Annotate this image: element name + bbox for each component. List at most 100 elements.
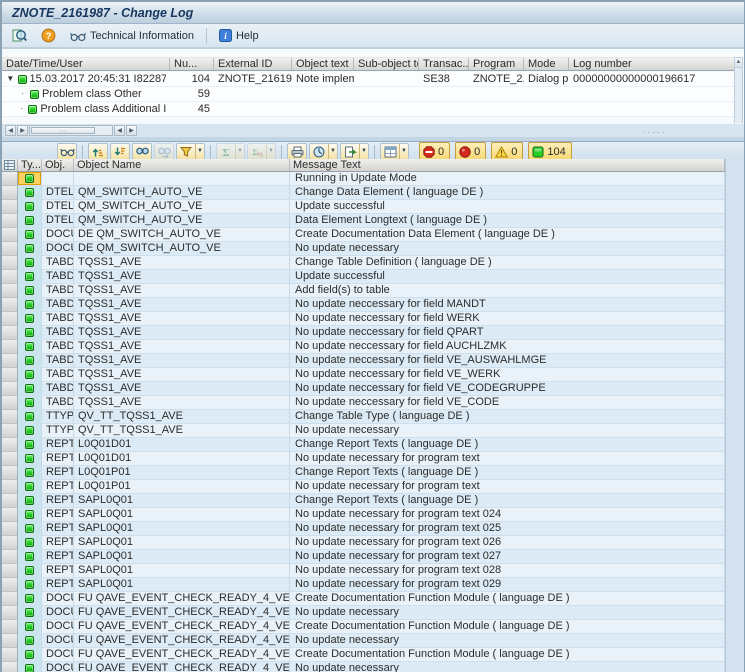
grid-row[interactable]: TABDTQSS1_AVEUpdate successful bbox=[2, 270, 725, 284]
type-cell[interactable] bbox=[18, 620, 42, 634]
grid-row[interactable]: REPTSAPL0Q01No update necessary for prog… bbox=[2, 550, 725, 564]
row-selector[interactable] bbox=[2, 326, 18, 340]
grid-row[interactable]: DOCUFU QAVE_EVENT_CHECK_READY_4_VEEVENTC… bbox=[2, 620, 725, 634]
grid-row[interactable]: TTYPQV_TT_TQSS1_AVENo update necessary bbox=[2, 424, 725, 438]
export-button[interactable]: ▼ bbox=[340, 143, 369, 160]
grid-row[interactable]: TABDTQSS1_AVENo update neccessary for fi… bbox=[2, 396, 725, 410]
grid-row[interactable]: TABDTQSS1_AVENo update neccessary for fi… bbox=[2, 312, 725, 326]
sort-ascending-button[interactable] bbox=[88, 143, 108, 160]
sort-descending-button[interactable] bbox=[110, 143, 130, 160]
grid-row[interactable]: DTELQM_SWITCH_AUTO_VEUpdate successful bbox=[2, 200, 725, 214]
type-cell[interactable] bbox=[18, 536, 42, 550]
technical-information-button[interactable]: Technical Information bbox=[66, 25, 198, 46]
type-cell[interactable] bbox=[18, 354, 42, 368]
type-cell-selected[interactable] bbox=[18, 172, 42, 186]
type-cell[interactable] bbox=[18, 648, 42, 662]
grid-row[interactable]: DOCUFU QAVE_EVENT_CHECK_READY_4_VECreate… bbox=[2, 592, 725, 606]
grid-row[interactable]: TABDTQSS1_AVENo update neccessary for fi… bbox=[2, 326, 725, 340]
row-selector[interactable] bbox=[2, 410, 18, 424]
scroll-left-icon[interactable]: ◀ bbox=[114, 125, 125, 136]
row-selector[interactable] bbox=[2, 606, 18, 620]
log-horizontal-scrollbar[interactable]: ◀ ▶ ⋯ ◀ ▶ bbox=[5, 125, 138, 136]
type-cell[interactable] bbox=[18, 494, 42, 508]
message-text-column-header[interactable]: Message Text bbox=[290, 159, 725, 171]
grid-row[interactable]: TABDTQSS1_AVENo update neccessary for fi… bbox=[2, 298, 725, 312]
row-selector[interactable] bbox=[2, 354, 18, 368]
row-selector[interactable] bbox=[2, 284, 18, 298]
grid-row[interactable]: REPTSAPL0Q01No update necessary for prog… bbox=[2, 522, 725, 536]
grid-row[interactable]: DTELQM_SWITCH_AUTO_VEData Element Longte… bbox=[2, 214, 725, 228]
choose-detail-button[interactable] bbox=[8, 25, 31, 46]
filter-button[interactable]: ▼ bbox=[176, 143, 205, 160]
row-selector[interactable] bbox=[2, 508, 18, 522]
type-cell[interactable] bbox=[18, 200, 42, 214]
grid-row[interactable]: DOCUFU QAVE_EVENT_CHECK_READY_4_VEEVENT_… bbox=[2, 662, 725, 672]
obj-column-header[interactable]: Obj. bbox=[42, 159, 74, 171]
details-glasses-button[interactable] bbox=[57, 143, 77, 160]
row-selector[interactable] bbox=[2, 438, 18, 452]
type-cell[interactable] bbox=[18, 606, 42, 620]
type-cell[interactable] bbox=[18, 284, 42, 298]
row-selector[interactable] bbox=[2, 396, 18, 410]
grid-row[interactable]: TABDTQSS1_AVEAdd field(s) to table bbox=[2, 284, 725, 298]
row-selector[interactable] bbox=[2, 200, 18, 214]
views-button[interactable]: ▼ bbox=[309, 143, 338, 160]
row-selector[interactable] bbox=[2, 480, 18, 494]
grid-row[interactable]: TABDTQSS1_AVENo update neccessary for fi… bbox=[2, 354, 725, 368]
row-selector[interactable] bbox=[2, 368, 18, 382]
type-cell[interactable] bbox=[18, 550, 42, 564]
find-button[interactable] bbox=[132, 143, 152, 160]
row-selector[interactable] bbox=[2, 466, 18, 480]
row-selector[interactable] bbox=[2, 298, 18, 312]
scrollbar-track[interactable]: ⋯ bbox=[29, 125, 113, 136]
grid-row[interactable]: REPTSAPL0Q01Change Report Texts ( langua… bbox=[2, 494, 725, 508]
type-cell[interactable] bbox=[18, 424, 42, 438]
type-cell[interactable] bbox=[18, 326, 42, 340]
type-cell[interactable] bbox=[18, 368, 42, 382]
type-cell[interactable] bbox=[18, 452, 42, 466]
type-cell[interactable] bbox=[18, 256, 42, 270]
grid-row[interactable]: DOCUFU QAVE_EVENT_CHECK_READY_4_VEEVENT_… bbox=[2, 648, 725, 662]
pane-splitter-handle[interactable]: ····· bbox=[642, 128, 667, 137]
log-column-header[interactable]: Transac... bbox=[419, 58, 469, 70]
log-column-header[interactable]: External ID bbox=[214, 58, 292, 70]
row-selector[interactable] bbox=[2, 270, 18, 284]
grid-row[interactable]: REPTSAPL0Q01No update necessary for prog… bbox=[2, 536, 725, 550]
grid-row[interactable]: REPTL0Q01D01Change Report Texts ( langua… bbox=[2, 438, 725, 452]
type-cell[interactable] bbox=[18, 466, 42, 480]
row-selector[interactable] bbox=[2, 452, 18, 466]
type-cell[interactable] bbox=[18, 242, 42, 256]
choose-layout-button[interactable]: ▼ bbox=[380, 143, 409, 160]
row-selector[interactable] bbox=[2, 564, 18, 578]
log-column-header[interactable]: Date/Time/User bbox=[2, 58, 170, 70]
object-name-column-header[interactable]: Object Name bbox=[74, 159, 290, 171]
grid-row[interactable]: DOCUDE QM_SWITCH_AUTO_VENo update necess… bbox=[2, 242, 725, 256]
grid-row[interactable]: REPTL0Q01P01Change Report Texts ( langua… bbox=[2, 466, 725, 480]
grid-row[interactable]: DOCUDE QM_SWITCH_AUTO_VECreate Documenta… bbox=[2, 228, 725, 242]
type-cell[interactable] bbox=[18, 578, 42, 592]
row-selector[interactable] bbox=[2, 494, 18, 508]
row-selector[interactable] bbox=[2, 242, 18, 256]
type-cell[interactable] bbox=[18, 592, 42, 606]
scroll-up-icon[interactable]: ▲ bbox=[735, 58, 742, 68]
type-cell[interactable] bbox=[18, 214, 42, 228]
row-selector[interactable] bbox=[2, 172, 18, 186]
row-selector[interactable] bbox=[2, 592, 18, 606]
type-cell[interactable] bbox=[18, 634, 42, 648]
type-cell[interactable] bbox=[18, 662, 42, 672]
question-button[interactable]: ? bbox=[37, 25, 60, 46]
type-cell[interactable] bbox=[18, 270, 42, 284]
log-column-header[interactable]: Sub-object text bbox=[354, 58, 419, 70]
scrollbar-thumb[interactable]: ⋯ bbox=[31, 127, 95, 134]
type-cell[interactable] bbox=[18, 228, 42, 242]
type-cell[interactable] bbox=[18, 564, 42, 578]
grid-row[interactable]: DOCUFU QAVE_EVENT_CHECK_READY_4_VENo upd… bbox=[2, 606, 725, 620]
type-cell[interactable] bbox=[18, 438, 42, 452]
log-column-header[interactable]: Mode bbox=[524, 58, 569, 70]
type-cell[interactable] bbox=[18, 480, 42, 494]
row-selector[interactable] bbox=[2, 340, 18, 354]
type-cell[interactable] bbox=[18, 312, 42, 326]
dropdown-arrow-icon[interactable]: ▼ bbox=[328, 144, 337, 159]
grid-row[interactable]: TTYPQV_TT_TQSS1_AVEChange Table Type ( l… bbox=[2, 410, 725, 424]
type-cell[interactable] bbox=[18, 340, 42, 354]
